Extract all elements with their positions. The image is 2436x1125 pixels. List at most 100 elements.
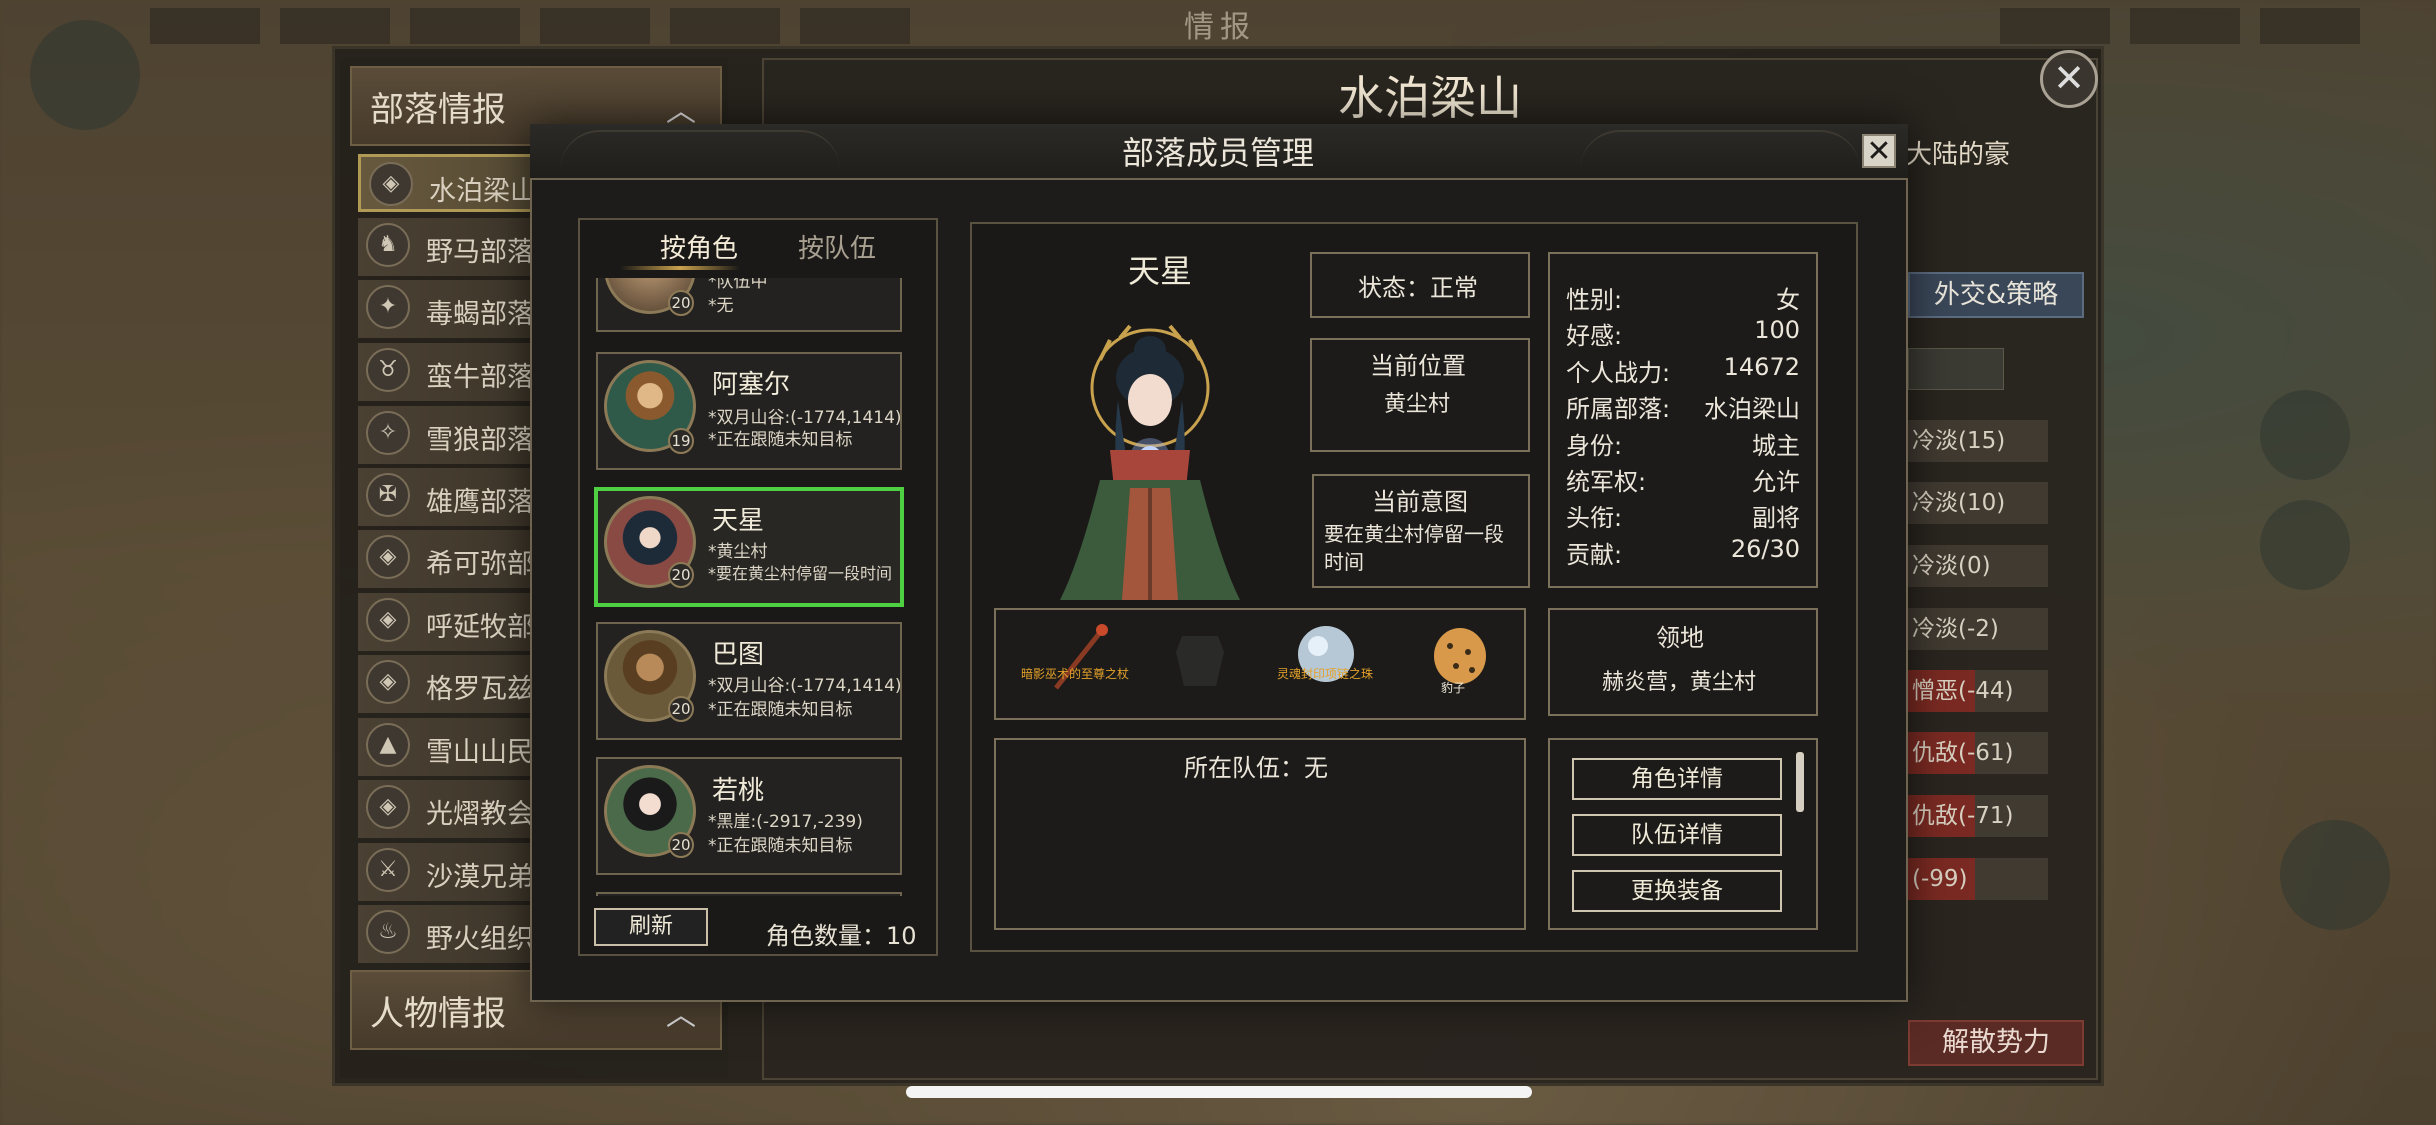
hud-round-button[interactable]	[2260, 390, 2350, 480]
member-line-2: *无	[708, 296, 734, 316]
member-line-1: *黑崖:(-2917,-239)	[708, 812, 863, 832]
relation-row: (-99)	[1908, 858, 2048, 900]
stat-row: 性别: 女	[1566, 280, 1800, 314]
tribe-name: 沙漠兄弟	[426, 862, 534, 893]
member-list[interactable]: 20 *队伍中 *无 19 阿塞尔 *双月山谷:(-1774,1414) *正在…	[580, 278, 936, 896]
tribe-name: 野火组织	[426, 924, 534, 955]
tribe-name: 光熠教会	[426, 799, 534, 830]
tab-by-team[interactable]: 按队伍	[798, 228, 876, 265]
tribe-emblem-icon: ◈	[369, 162, 413, 206]
stat-value: 水泊梁山	[1704, 395, 1800, 423]
input-field[interactable]	[1908, 348, 2004, 390]
level-badge: 19	[668, 428, 694, 454]
hud-round-button[interactable]	[2280, 820, 2390, 930]
stat-row: 身份: 城主	[1566, 426, 1800, 460]
equipment-slot[interactable]: 暗影巫术的至尊之杖	[1021, 622, 1129, 718]
tribe-name: 水泊梁山	[429, 176, 537, 207]
member-line-2: *正在跟随未知目标	[708, 430, 853, 450]
clan-description: 大陆的豪	[1906, 140, 2011, 170]
mountain-emblem-icon: ▲	[366, 723, 410, 767]
equipment-name: 暗影巫术的至尊之杖	[1020, 667, 1129, 681]
armor-placeholder-icon	[1176, 636, 1224, 686]
crossed-swords-icon: ⚔	[366, 848, 410, 892]
member-count: 角色数量：10	[766, 922, 917, 950]
member-line-1: *双月山谷:(-1774,1414)	[708, 408, 902, 428]
team-details-button[interactable]: 队伍详情	[1572, 814, 1782, 856]
stat-value: 26/30	[1730, 535, 1800, 563]
relation-row: 仇敌(-71)	[1908, 795, 2048, 837]
stat-key: 好感:	[1566, 322, 1623, 350]
stat-row: 头衔: 副将	[1566, 498, 1800, 532]
member-card[interactable]	[596, 892, 902, 896]
level-badge: 20	[668, 290, 694, 316]
person-section-label: 人物情报	[370, 994, 506, 1034]
stat-key: 统军权:	[1566, 468, 1647, 496]
equipment-slot[interactable]: 灵魂封印项链之珠	[1276, 622, 1376, 718]
stat-key: 身份:	[1566, 432, 1623, 460]
top-hud-left	[150, 8, 910, 44]
team-label: 所在队伍：无	[1184, 754, 1328, 782]
tab-by-role[interactable]: 按角色	[660, 228, 738, 265]
stat-key: 个人战力:	[1566, 359, 1671, 387]
disband-button[interactable]: 解散势力	[1908, 1020, 2084, 1066]
member-line-2: *要在黄尘村停留一段时间	[708, 564, 893, 583]
refresh-button[interactable]: 刷新	[594, 908, 708, 946]
stat-row: 统军权: 允许	[1566, 462, 1800, 496]
equipment-name: 豹子	[1440, 681, 1465, 695]
hud-round-button[interactable]	[30, 20, 140, 130]
tribe-section-label: 部落情报	[370, 90, 506, 130]
intent-label: 当前意图	[1372, 488, 1468, 516]
character-details-button[interactable]: 角色详情	[1572, 758, 1782, 800]
tribe-emblem-icon: ◈	[366, 785, 410, 829]
tribe-name: 雪山山民	[426, 737, 534, 768]
equipment-name: 灵魂封印项链之珠	[1276, 667, 1373, 681]
member-line-2: *正在跟随未知目标	[708, 836, 853, 856]
tribe-emblem-icon: ◈	[366, 535, 410, 579]
relation-row: 仇敌(-61)	[1908, 732, 2048, 774]
member-name: 阿塞尔	[712, 370, 791, 400]
equipment-slot-empty[interactable]	[1150, 622, 1250, 718]
tribe-emblem-icon: ◈	[366, 660, 410, 704]
hero-name: 天星	[1127, 252, 1192, 290]
relation-row: 冷淡(-2)	[1908, 608, 2048, 650]
tribe-name: 希可弥部	[426, 549, 534, 580]
member-line-1: *黄尘村	[708, 542, 768, 562]
tribe-name: 呼延牧部	[426, 612, 534, 643]
tribe-name: 蛮牛部落	[426, 362, 534, 393]
member-line-2: *正在跟随未知目标	[708, 700, 853, 720]
stat-value: 副将	[1752, 504, 1800, 532]
hud-round-button[interactable]	[2260, 500, 2350, 590]
stat-key: 贡献:	[1566, 541, 1623, 569]
tribe-name: 野马部落	[426, 237, 534, 268]
tribe-name: 雪狼部落	[426, 425, 534, 456]
relation-row: 冷淡(0)	[1908, 545, 2048, 587]
hero-portrait-art	[1060, 324, 1240, 600]
close-icon[interactable]: ✕	[2040, 50, 2098, 108]
member-line-1: *队伍中	[708, 278, 768, 292]
actions-scrollbar[interactable]	[1796, 752, 1804, 812]
stat-key: 头衔:	[1566, 504, 1623, 532]
relation-row: 冷淡(10)	[1908, 482, 2048, 524]
close-icon[interactable]: ✕	[1862, 134, 1896, 168]
wolf-emblem-icon: ✧	[366, 411, 410, 455]
tab-indicator	[620, 266, 740, 270]
top-hud-right	[2000, 8, 2360, 44]
territory-value: 赫炎营，黄尘村	[1602, 670, 1757, 695]
change-equipment-button[interactable]: 更换装备	[1572, 870, 1782, 912]
status-text: 状态：正常	[1358, 274, 1478, 302]
equipment-slot[interactable]: 豹子	[1420, 622, 1520, 718]
stat-key: 性别:	[1566, 286, 1623, 314]
member-name: 巴图	[712, 640, 765, 670]
level-badge: 20	[668, 562, 694, 588]
stat-row: 所属部落: 水泊梁山	[1566, 389, 1800, 423]
clan-title: 水泊梁山	[1338, 71, 1522, 125]
member-name: 若桃	[712, 776, 765, 806]
bull-emblem-icon: ♉	[366, 348, 410, 392]
stat-value: 允许	[1752, 468, 1800, 496]
dialog-title: 部落成员管理	[1121, 134, 1314, 172]
member-name: 天星	[712, 506, 765, 536]
eagle-emblem-icon: ✠	[366, 473, 410, 517]
relation-row: 冷淡(15)	[1908, 420, 2048, 462]
home-indicator[interactable]	[906, 1086, 1532, 1098]
diplomacy-button[interactable]: 外交&策略	[1908, 272, 2084, 318]
